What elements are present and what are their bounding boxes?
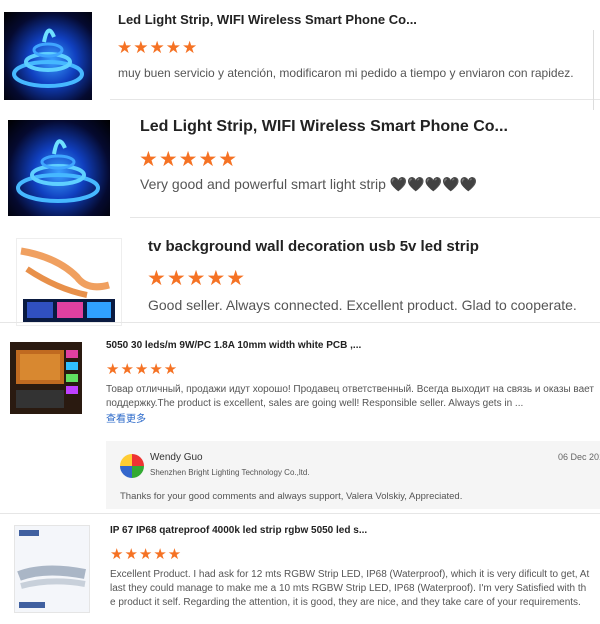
product-title[interactable]: 5050 30 leds/m 9W/PC 1.8A 10mm width whi… bbox=[106, 340, 361, 351]
review-3: tv background wall decoration usb 5v led… bbox=[0, 220, 600, 326]
product-thumbnail[interactable] bbox=[16, 238, 122, 326]
product-title[interactable]: Led Light Strip, WIFI Wireless Smart Pho… bbox=[140, 118, 508, 136]
reply-text: Thanks for your good comments and always… bbox=[120, 491, 463, 502]
seller-avatar bbox=[120, 454, 144, 478]
seller-reply: Wendy Guo Shenzhen Bright Lighting Techn… bbox=[106, 441, 600, 509]
led-coil-image bbox=[16, 139, 100, 203]
led-coil-image bbox=[12, 28, 84, 88]
review-text: muy buen servicio y atención, modificaro… bbox=[118, 66, 574, 80]
divider bbox=[110, 99, 600, 100]
review-text: Excellent Product. I had ask for 12 mts … bbox=[110, 569, 590, 608]
product-thumbnail[interactable] bbox=[4, 12, 92, 100]
star-rating: ★★★★★ bbox=[106, 361, 179, 378]
led-strip-image bbox=[20, 247, 115, 323]
star-rating: ★★★★★ bbox=[117, 38, 199, 57]
divider bbox=[593, 30, 594, 110]
product-thumbnail[interactable] bbox=[10, 342, 82, 414]
product-thumbnail[interactable] bbox=[8, 120, 110, 216]
divider bbox=[0, 513, 600, 514]
divider bbox=[130, 217, 600, 218]
seller-company: Shenzhen Bright Lighting Technology Co.,… bbox=[150, 468, 310, 477]
review-1: Led Light Strip, WIFI Wireless Smart Pho… bbox=[0, 0, 600, 100]
tv-backlight-image bbox=[10, 342, 82, 414]
product-title[interactable]: IP 67 IP68 qatreproof 4000k led strip rg… bbox=[110, 525, 367, 536]
see-more-link[interactable]: 查看更多 bbox=[106, 410, 146, 425]
divider bbox=[0, 322, 600, 323]
review-text: Very good and powerful smart light strip… bbox=[140, 176, 477, 192]
star-rating: ★★★★★ bbox=[139, 148, 239, 171]
waterproof-strip-image bbox=[17, 530, 86, 608]
review-4: 5050 30 leds/m 9W/PC 1.8A 10mm width whi… bbox=[0, 325, 600, 515]
seller-name: Wendy Guo bbox=[150, 452, 203, 463]
star-rating: ★★★★★ bbox=[147, 267, 247, 290]
review-2: Led Light Strip, WIFI Wireless Smart Pho… bbox=[0, 110, 600, 220]
review-text: Товар отличный, продажи идут хорошо! Про… bbox=[106, 384, 594, 409]
reply-date: 06 Dec 201 bbox=[558, 452, 600, 462]
product-title[interactable]: Led Light Strip, WIFI Wireless Smart Pho… bbox=[118, 12, 417, 27]
product-thumbnail[interactable] bbox=[14, 525, 90, 613]
review-text: Good seller. Always connected. Excellent… bbox=[148, 297, 577, 313]
review-5: IP 67 IP68 qatreproof 4000k led strip rg… bbox=[0, 515, 600, 624]
product-title[interactable]: tv background wall decoration usb 5v led… bbox=[148, 238, 479, 255]
star-rating: ★★★★★ bbox=[110, 546, 183, 563]
